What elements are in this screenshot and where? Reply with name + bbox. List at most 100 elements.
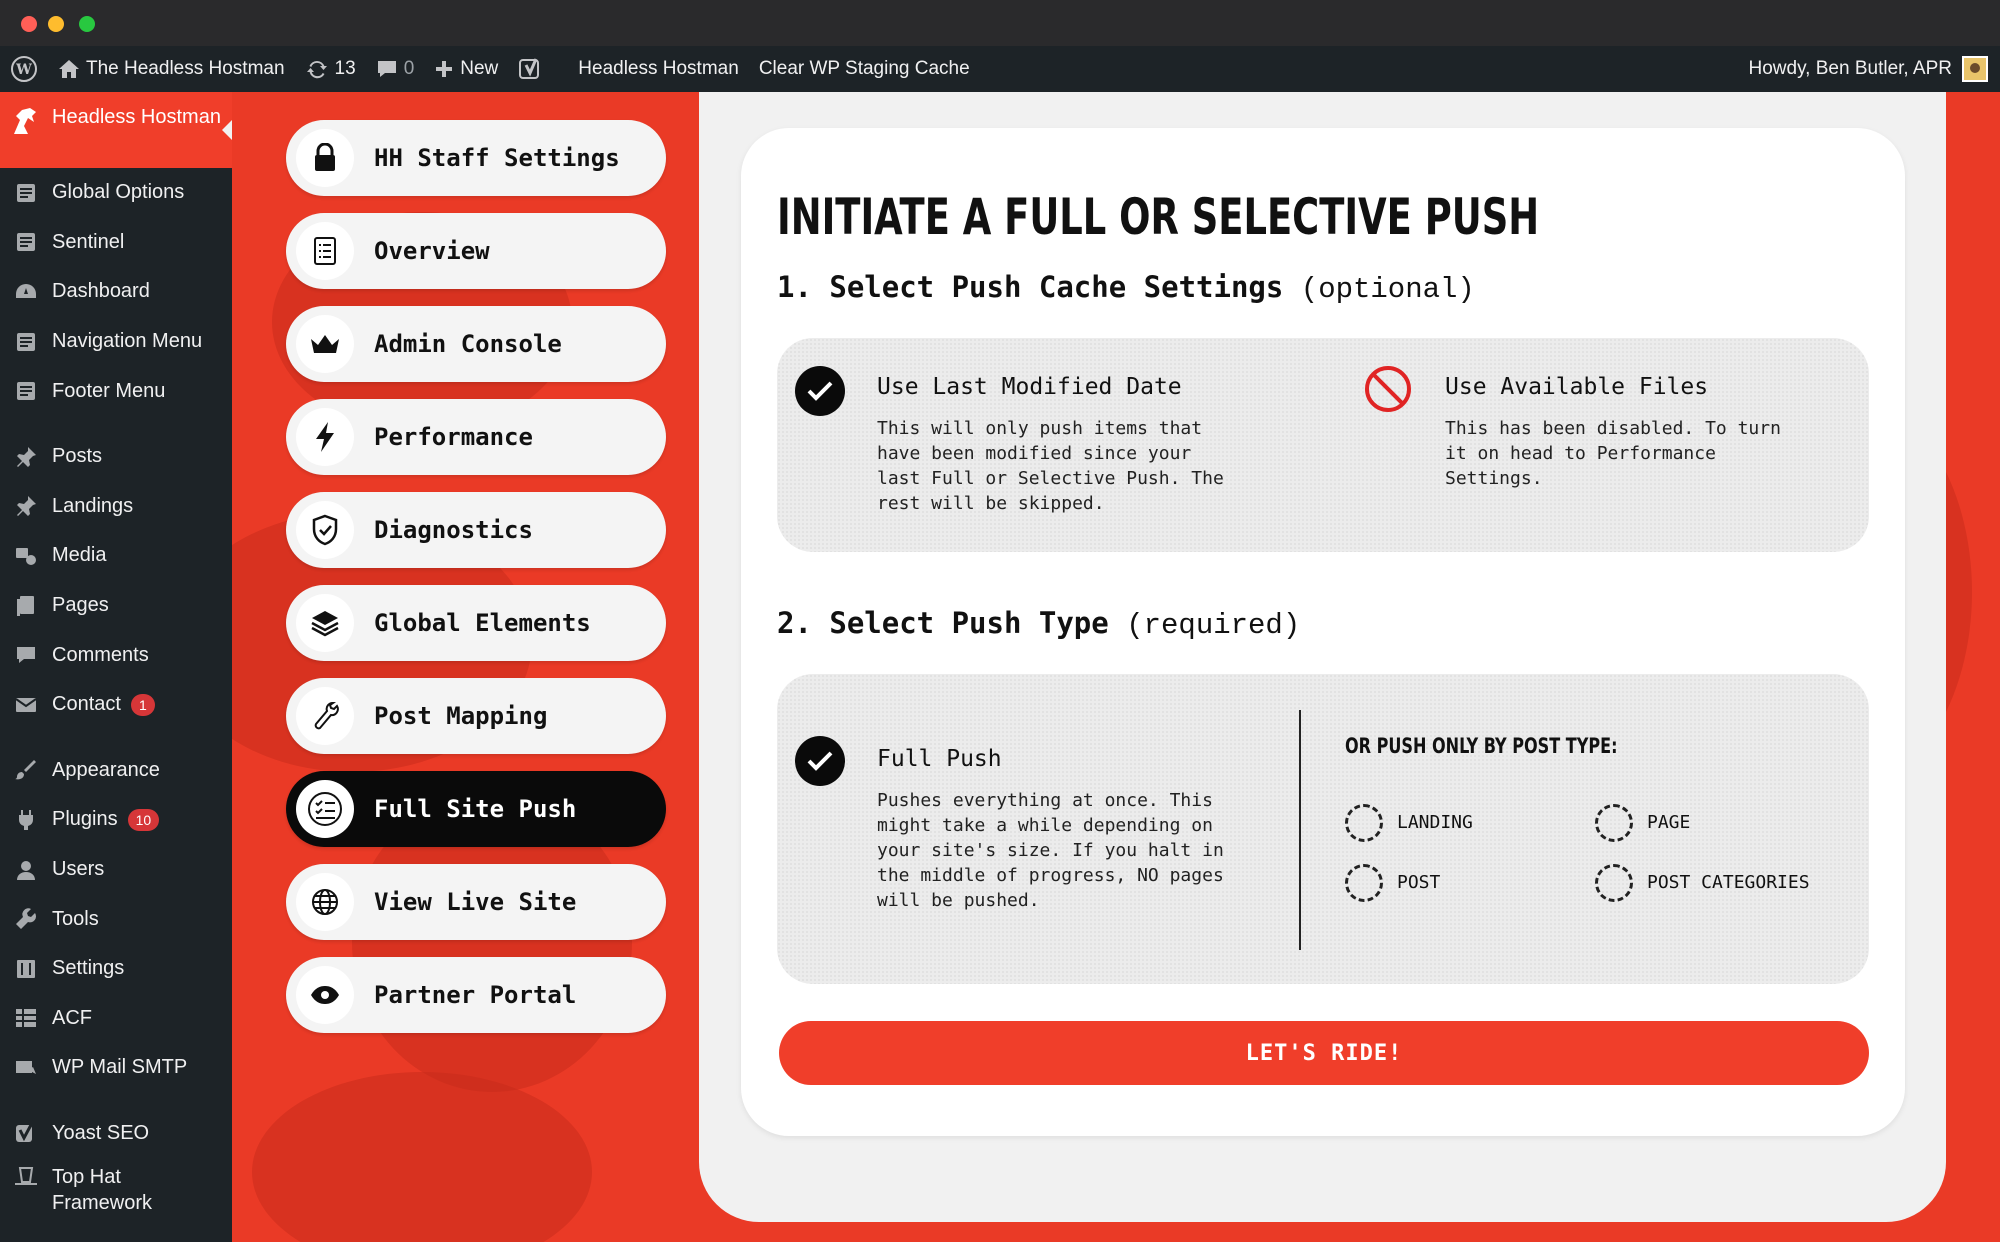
sidebar-item-label: Media [52,544,107,567]
sidebar-item-wp-mail-smtp[interactable]: WP Mail SMTP [0,1043,232,1093]
pages-icon [12,592,40,620]
sidebar-item-label: Comments [52,643,149,666]
menu-item-label: Full Site Push [374,795,577,823]
sidebar-item-settings[interactable]: Settings [0,944,232,994]
sidebar-item-media[interactable]: Media [0,531,232,581]
push-panel: INITIATE A FULL OR SELECTIVE PUSH 1. Sel… [741,128,1905,1136]
full-push-desc: Pushes everything at once. This might ta… [877,790,1224,911]
menu-item-label: Post Mapping [374,702,548,730]
pin-icon [12,492,40,520]
sidebar-item-global-options[interactable]: Global Options [0,168,232,218]
comments-count: 0 [403,58,415,79]
post-type-label: POST CATEGORIES [1647,872,1810,893]
brush-icon [12,756,40,784]
sidebar-item-acf[interactable]: ACF [0,994,232,1044]
menu-item-label: Partner Portal [374,981,577,1009]
sidebar-item-contact[interactable]: Contact 1 [0,680,232,730]
menu-performance-button[interactable]: Performance [286,399,666,475]
sidebar-item-label: Sentinel [52,230,125,253]
notification-badge: 1 [130,693,155,716]
sidebar-item-label: Settings [52,957,125,980]
menu-partner-portal-button[interactable]: Partner Portal [286,957,666,1033]
sidebar-item-sentinel[interactable]: Sentinel [0,218,232,268]
sidebar-item-landings[interactable]: Landings [0,482,232,532]
menu-diagnostics-button[interactable]: Diagnostics [286,492,666,568]
lock-icon [296,129,354,187]
menu-item-label: View Live Site [374,888,577,916]
sidebar-item-top-hat-framework[interactable]: Top Hat Framework [0,1158,232,1234]
sidebar-item-headless-hostman[interactable]: Headless Hostman [0,92,232,168]
clear-staging-cache-link[interactable]: Clear WP Staging Cache [749,46,980,92]
sidebar-item-posts[interactable]: Posts [0,432,232,482]
site-name-link[interactable]: The Headless Hostman [48,46,295,92]
sidebar-item-appearance[interactable]: Appearance [0,746,232,796]
post-type-label: LANDING [1397,812,1473,833]
sidebar-item-label: Yoast SEO [52,1121,150,1144]
notification-badge: 10 [127,808,160,831]
sidebar-item-pages[interactable]: Pages [0,581,232,631]
menu-hh-staff-settings-button[interactable]: HH Staff Settings [286,120,666,196]
sidebar-item-comments[interactable]: Comments [0,630,232,680]
post-type-heading: OR PUSH ONLY BY POST TYPE: [1345,734,1618,758]
sidebar-item-yoast-seo[interactable]: Yoast SEO [0,1109,232,1159]
yoast-menu[interactable] [508,46,554,92]
sidebar-item-label: Dashboard [52,280,150,303]
table-icon [12,1004,40,1032]
minimize-window-button[interactable] [48,16,64,32]
checkmark-icon [807,751,833,771]
document-icon [12,179,40,207]
updates-link[interactable]: 13 [295,46,366,92]
zoom-window-button[interactable] [79,16,95,32]
horse-icon [14,108,36,134]
sidebar-item-label: Tools [52,907,99,930]
home-icon [59,60,79,78]
post-type-page-radio[interactable] [1595,804,1633,842]
divider [1299,710,1301,950]
menu-item-label: Overview [374,237,490,265]
menu-view-live-site-button[interactable]: View Live Site [286,864,666,940]
wp-admin-bar: W The Headless Hostman 13 0 New Headless… [0,46,2000,92]
sidebar-item-footer-menu[interactable]: Footer Menu [0,366,232,416]
post-type-post-radio[interactable] [1345,864,1383,902]
document-icon [12,228,40,256]
menu-overview-button[interactable]: Overview [286,213,666,289]
account-greeting[interactable]: Howdy, Ben Butler, APR [1749,58,1952,80]
sidebar-item-navigation-menu[interactable]: Navigation Menu [0,317,232,367]
sidebar-item-users[interactable]: Users [0,845,232,895]
menu-post-mapping-button[interactable]: Post Mapping [286,678,666,754]
sidebar-item-dashboard[interactable]: Dashboard [0,267,232,317]
push-type-box: Full Push Pushes everything at once. Thi… [777,674,1869,984]
document-icon [12,377,40,405]
close-window-button[interactable] [21,16,37,32]
sidebar-item-tools[interactable]: Tools [0,894,232,944]
comments-link[interactable]: 0 [366,46,425,92]
headless-hostman-link[interactable]: Headless Hostman [568,46,749,92]
post-type-landing-radio[interactable] [1345,804,1383,842]
new-content-link[interactable]: New [424,46,508,92]
post-type-label: POST [1397,872,1441,893]
mail-icon [12,691,40,719]
lets-ride-button[interactable]: LET'S RIDE! [779,1021,1869,1085]
shield-check-icon [296,501,354,559]
sidebar-separator [0,1093,232,1109]
document-icon [12,328,40,356]
cache-settings-box: Use Last Modified Date This will only pu… [777,338,1869,552]
refresh-icon [306,60,327,79]
eye-icon [296,966,354,1024]
sidebar-item-label: Top Hat Framework [52,1166,153,1215]
full-push-checkbox[interactable] [795,736,845,786]
step1-note: (optional) [1300,273,1475,306]
menu-admin-console-button[interactable]: Admin Console [286,306,666,382]
sidebar-item-label: Users [52,858,105,881]
cache-option-last-modified-checkbox[interactable] [795,366,845,416]
avatar[interactable] [1962,56,1988,82]
wp-logo-icon[interactable]: W [0,46,48,92]
menu-global-elements-button[interactable]: Global Elements [286,585,666,661]
sidebar-item-label: Contact [52,693,121,716]
post-type-label: PAGE [1647,812,1691,833]
sidebar-item-label: Plugins [52,808,118,831]
sidebar-item-plugins[interactable]: Plugins 10 [0,795,232,845]
updates-count: 13 [334,58,356,79]
post-type-post-categories-radio[interactable] [1595,864,1633,902]
menu-full-site-push-button[interactable]: Full Site Push [286,771,666,847]
